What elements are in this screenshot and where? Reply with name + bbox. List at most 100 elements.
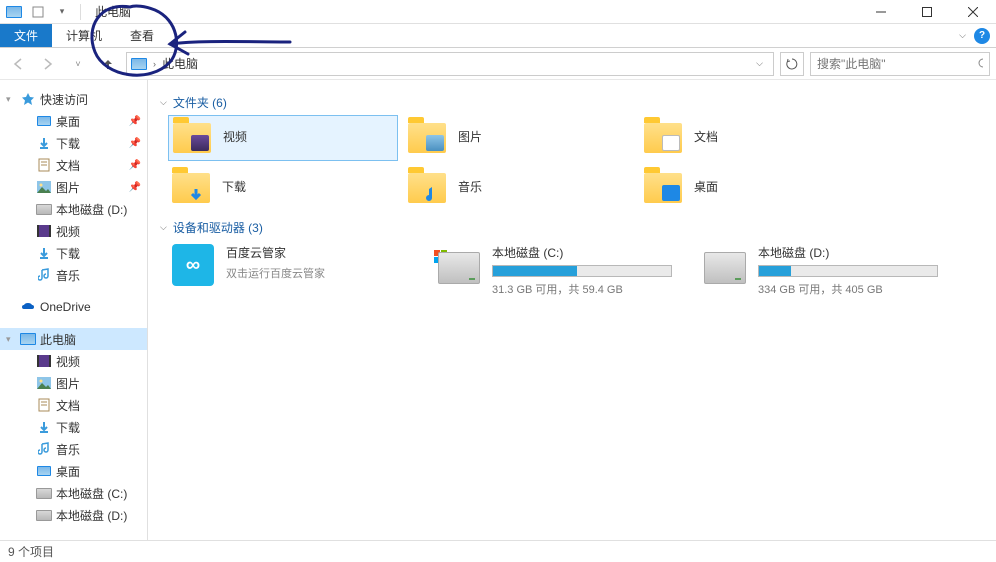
thispc-icon: [20, 331, 36, 347]
content-pane: ⌵ 文件夹 (6) 视频 图片 文档下载 音乐 桌面 ⌵ 设备和驱动器 (3) ∞百度云…: [148, 80, 996, 540]
folder-icon: [171, 117, 213, 159]
folder-item-desktop[interactable]: 桌面: [640, 165, 870, 211]
folder-icon: [170, 167, 212, 209]
sidebar-pc-item[interactable]: 文档: [0, 394, 147, 416]
download-icon: [36, 245, 52, 261]
tab-computer[interactable]: 计算机: [52, 24, 116, 47]
ribbon-tabs: 文件 计算机 查看 ⌵ ?: [0, 24, 996, 48]
sidebar-this-pc[interactable]: ▾ 此电脑: [0, 328, 147, 350]
window-title: 此电脑: [95, 3, 131, 20]
folder-label: 视频: [223, 130, 247, 146]
caret-down-icon: ▾: [6, 334, 16, 345]
help-button[interactable]: ?: [974, 28, 990, 44]
folder-item-video[interactable]: 视频: [168, 115, 398, 161]
sidebar-pc-item[interactable]: 音乐: [0, 438, 147, 460]
sidebar-pc-item[interactable]: 桌面: [0, 460, 147, 482]
search-input[interactable]: [817, 57, 972, 71]
folder-icon: [406, 167, 448, 209]
sidebar-pc-item[interactable]: 本地磁盘 (D:): [0, 504, 147, 526]
picture-icon: [36, 179, 52, 195]
tab-file[interactable]: 文件: [0, 24, 52, 47]
drive-capacity-bar: [758, 265, 938, 277]
folder-label: 下载: [222, 180, 246, 196]
sidebar-quick-item[interactable]: 图片📌: [0, 176, 147, 198]
drive-item[interactable]: 本地磁盘 (D:)334 GB 可用，共 405 GB: [700, 240, 960, 301]
sidebar-quick-item[interactable]: 视频: [0, 220, 147, 242]
onedrive-icon: [20, 299, 36, 315]
folder-item-download[interactable]: 下载: [168, 165, 398, 211]
close-button[interactable]: [950, 0, 996, 24]
addressbar: ˅ › 此电脑 ⌵: [0, 48, 996, 80]
path-location[interactable]: 此电脑: [162, 55, 744, 72]
drive-stats: 31.3 GB 可用，共 59.4 GB: [492, 281, 690, 297]
folder-item-document[interactable]: 文档: [640, 115, 870, 161]
recent-dropdown[interactable]: ˅: [66, 52, 90, 76]
group-header-folders[interactable]: ⌵ 文件夹 (6): [160, 94, 984, 111]
address-input[interactable]: › 此电脑 ⌵: [126, 52, 774, 76]
caret-down-icon: ⌵: [160, 97, 167, 108]
sidebar-onedrive[interactable]: OneDrive: [0, 296, 147, 318]
download-icon: [36, 135, 52, 151]
sidebar-quick-item[interactable]: 下载📌: [0, 132, 147, 154]
drive-stats: 334 GB 可用，共 405 GB: [758, 281, 956, 297]
folder-item-picture[interactable]: 图片: [404, 115, 634, 161]
star-icon: [20, 91, 36, 107]
sidebar-network[interactable]: 网络: [0, 536, 147, 540]
picture-icon: [36, 375, 52, 391]
download-icon: [36, 419, 52, 435]
thispc-icon: [131, 58, 147, 70]
drive-icon: [704, 244, 748, 288]
drive-icon: [36, 507, 52, 523]
tab-view[interactable]: 查看: [116, 24, 168, 47]
back-button[interactable]: [6, 52, 30, 76]
document-icon: [36, 157, 52, 173]
pin-icon: 📌: [129, 138, 141, 149]
caret-down-icon: ⌵: [160, 222, 167, 233]
sidebar-pc-item[interactable]: 图片: [0, 372, 147, 394]
statusbar: 9 个项目: [0, 540, 996, 562]
folder-label: 桌面: [694, 180, 718, 196]
up-button[interactable]: [96, 52, 120, 76]
folder-label: 音乐: [458, 180, 482, 196]
folder-item-music[interactable]: 音乐: [404, 165, 634, 211]
drive-icon: [36, 201, 52, 217]
drive-item[interactable]: 本地磁盘 (C:)31.3 GB 可用，共 59.4 GB: [434, 240, 694, 301]
titlebar: ▾ 此电脑: [0, 0, 996, 24]
sidebar-quick-item[interactable]: 下载: [0, 242, 147, 264]
qat-dropdown-button[interactable]: ▾: [52, 2, 72, 22]
status-item-count: 9 个项目: [8, 543, 54, 560]
folder-icon: [642, 117, 684, 159]
folder-icon: [406, 117, 448, 159]
app-icon[interactable]: [4, 2, 24, 22]
pin-icon: 📌: [129, 182, 141, 193]
sidebar-quick-item[interactable]: 桌面📌: [0, 110, 147, 132]
qat-properties-button[interactable]: [28, 2, 48, 22]
search-icon: [978, 58, 983, 70]
minimize-button[interactable]: [858, 0, 904, 24]
ribbon-expand-button[interactable]: ⌵: [959, 30, 966, 41]
folder-label: 图片: [458, 130, 482, 146]
baidu-icon: ∞: [172, 244, 216, 288]
network-icon: [20, 539, 36, 540]
sidebar-quick-item[interactable]: 本地磁盘 (D:): [0, 198, 147, 220]
sidebar-quick-item[interactable]: 文档📌: [0, 154, 147, 176]
search-box[interactable]: [810, 52, 990, 76]
sidebar-pc-item[interactable]: 下载: [0, 416, 147, 438]
document-icon: [36, 397, 52, 413]
maximize-button[interactable]: [904, 0, 950, 24]
sidebar-pc-item[interactable]: 视频: [0, 350, 147, 372]
sidebar-quick-access[interactable]: ▾ 快速访问: [0, 88, 147, 110]
drive-capacity-bar: [492, 265, 672, 277]
pin-icon: 📌: [129, 116, 141, 127]
drive-icon: [36, 485, 52, 501]
forward-button[interactable]: [36, 52, 60, 76]
refresh-button[interactable]: [780, 52, 804, 76]
address-dropdown[interactable]: ⌵: [750, 58, 769, 69]
video-icon: [36, 223, 52, 239]
sidebar-pc-item[interactable]: 本地磁盘 (C:): [0, 482, 147, 504]
breadcrumb-chevron-icon[interactable]: ›: [153, 59, 156, 69]
group-header-devices[interactable]: ⌵ 设备和驱动器 (3): [160, 219, 984, 236]
device-item-baidu[interactable]: ∞百度云管家双击运行百度云管家: [168, 240, 428, 301]
device-subtitle: 双击运行百度云管家: [226, 265, 424, 281]
sidebar-quick-item[interactable]: 音乐: [0, 264, 147, 286]
